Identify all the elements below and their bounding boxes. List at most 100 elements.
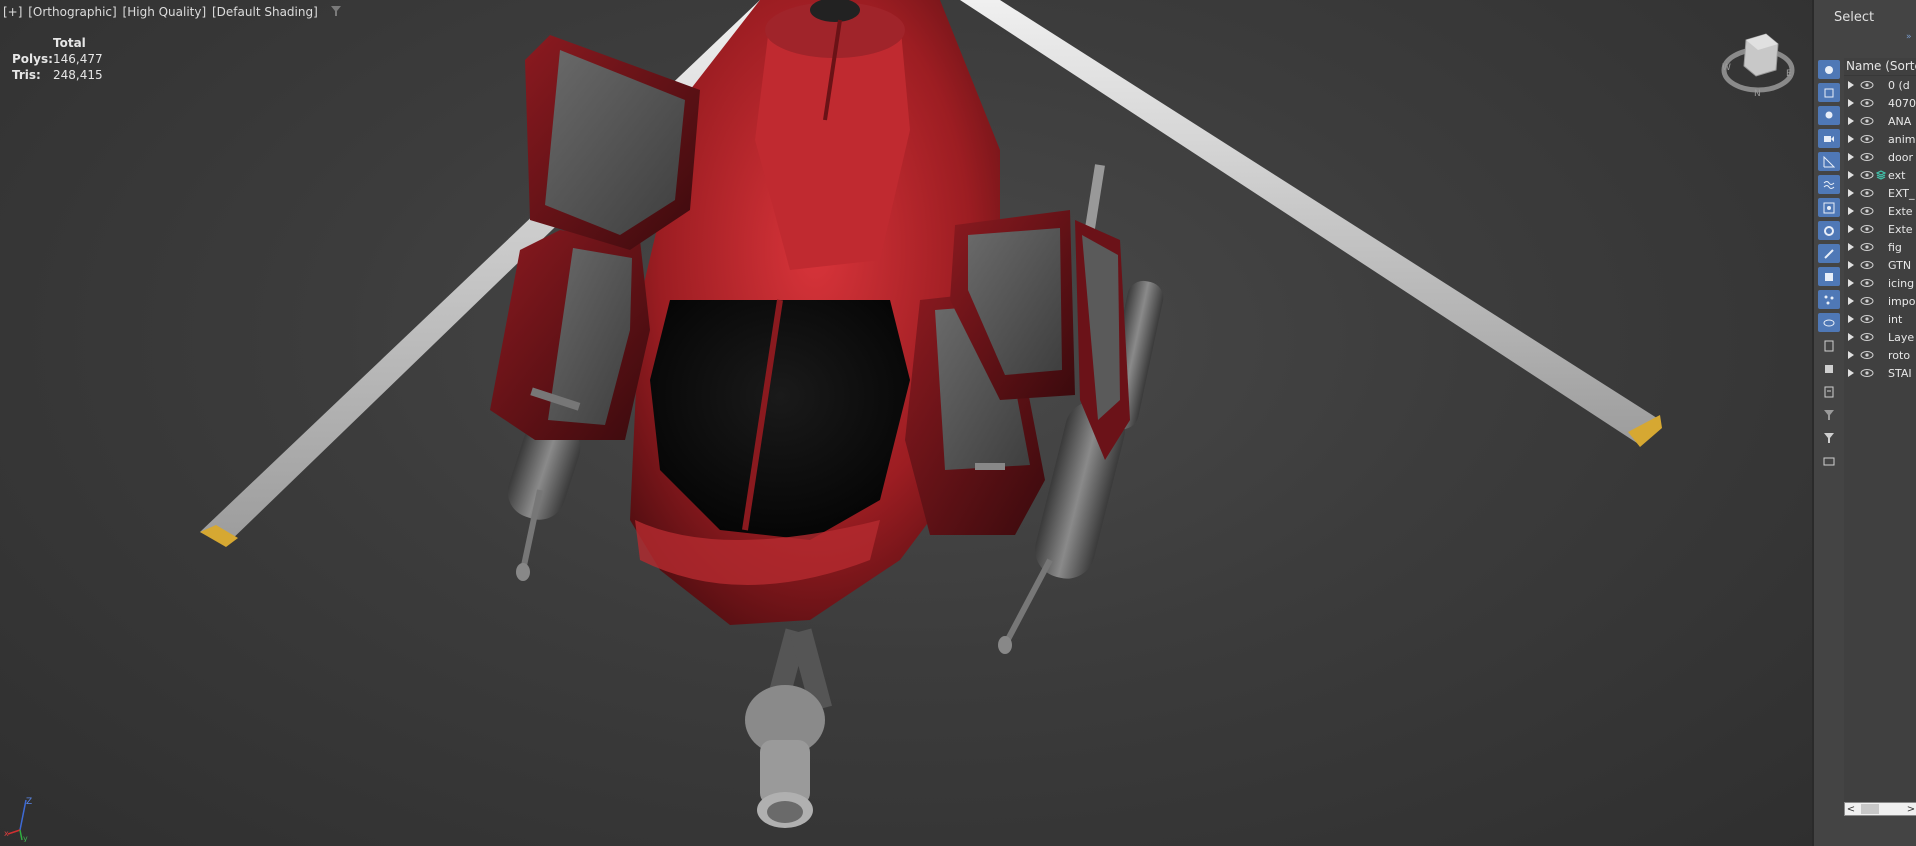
groups-icon[interactable]	[1818, 198, 1840, 217]
list-column-header[interactable]: Name (Sorted A	[1844, 58, 1916, 76]
shapes-icon[interactable]	[1818, 83, 1840, 102]
layer-row[interactable]: 0 (d	[1844, 76, 1916, 94]
layer-row[interactable]: Laye	[1844, 328, 1916, 346]
visibility-eye-icon[interactable]	[1860, 241, 1874, 253]
visibility-eye-icon[interactable]	[1860, 115, 1874, 127]
layer-name: STAI	[1888, 366, 1912, 380]
expand-arrow-icon[interactable]	[1848, 135, 1854, 143]
visibility-eye-icon[interactable]	[1860, 169, 1874, 181]
visibility-eye-icon[interactable]	[1860, 349, 1874, 361]
properties-icon[interactable]	[1818, 382, 1840, 401]
viewport-label[interactable]: [+] [Orthographic] [High Quality] [Defau…	[3, 5, 344, 20]
lights-icon[interactable]	[1818, 106, 1840, 125]
expand-arrow-icon[interactable]	[1848, 99, 1854, 107]
helpers-icon[interactable]	[1818, 152, 1840, 171]
expand-arrow-icon[interactable]	[1848, 261, 1854, 269]
layer-row[interactable]: STAI	[1844, 364, 1916, 382]
visibility-eye-icon[interactable]	[1860, 331, 1874, 343]
layer-name: door	[1888, 150, 1913, 164]
layer-name: ANA	[1888, 114, 1912, 128]
layer-row[interactable]: ANA	[1844, 112, 1916, 130]
visibility-eye-icon[interactable]	[1860, 277, 1874, 289]
viewport-quality-label[interactable]: [High Quality]	[123, 5, 207, 19]
scroll-left-icon[interactable]: <	[1845, 804, 1857, 815]
funnel-icon[interactable]	[330, 5, 342, 20]
hide-icon[interactable]	[1818, 359, 1840, 378]
layer-icon	[1876, 350, 1886, 360]
visibility-eye-icon[interactable]	[1860, 259, 1874, 271]
expand-arrow-icon[interactable]	[1848, 207, 1854, 215]
panel-title[interactable]: Select	[1834, 10, 1874, 25]
layer-icon	[1876, 224, 1886, 234]
visibility-eye-icon[interactable]	[1860, 205, 1874, 217]
expand-arrow-icon[interactable]	[1848, 171, 1854, 179]
bones-icon[interactable]	[1818, 244, 1840, 263]
viewport-shading-label[interactable]: [Default Shading]	[212, 5, 318, 19]
expand-arrow-icon[interactable]	[1848, 351, 1854, 359]
visibility-eye-icon[interactable]	[1860, 223, 1874, 235]
expand-arrow-icon[interactable]	[1848, 81, 1854, 89]
filter-tool-icon[interactable]	[1818, 405, 1840, 424]
layer-row[interactable]: icing	[1844, 274, 1916, 292]
expand-arrow-icon[interactable]	[1848, 315, 1854, 323]
find-icon[interactable]	[1818, 451, 1840, 470]
panel-options-link[interactable]: »	[1906, 32, 1912, 42]
camera-turret	[745, 628, 832, 828]
visibility-eye-icon[interactable]	[1860, 97, 1874, 109]
layer-row[interactable]: int	[1844, 310, 1916, 328]
compass-n: N	[1754, 89, 1761, 99]
visibility-eye-icon[interactable]	[1860, 187, 1874, 199]
visibility-eye-icon[interactable]	[1860, 367, 1874, 379]
scroll-right-icon[interactable]: >	[1905, 804, 1916, 815]
expand-arrow-icon[interactable]	[1848, 243, 1854, 251]
axis-x-label: x	[4, 829, 9, 838]
horizontal-scrollbar[interactable]: < >	[1844, 802, 1916, 816]
layer-row[interactable]: door	[1844, 148, 1916, 166]
visibility-eye-icon[interactable]	[1860, 133, 1874, 145]
scroll-thumb[interactable]	[1861, 804, 1879, 814]
layer-icon	[1876, 98, 1886, 108]
layer-icon	[1876, 368, 1886, 378]
viewcube[interactable]: N E W	[1718, 30, 1798, 103]
axis-tripod: Z x y	[4, 794, 38, 845]
viewport-perspective[interactable]: [+] [Orthographic] [High Quality] [Defau…	[0, 0, 1812, 846]
geometry-icon[interactable]	[1818, 60, 1840, 79]
stats-header: Total	[53, 36, 86, 50]
layer-row[interactable]: fig	[1844, 238, 1916, 256]
xrefs-icon[interactable]	[1818, 221, 1840, 240]
expand-arrow-icon[interactable]	[1848, 297, 1854, 305]
expand-arrow-icon[interactable]	[1848, 225, 1854, 233]
frozen-icon[interactable]	[1818, 313, 1840, 332]
visibility-eye-icon[interactable]	[1860, 313, 1874, 325]
visibility-eye-icon[interactable]	[1860, 79, 1874, 91]
viewport-menu-plus[interactable]: [+]	[3, 5, 22, 19]
layer-row[interactable]: roto	[1844, 346, 1916, 364]
expand-arrow-icon[interactable]	[1848, 279, 1854, 287]
expand-arrow-icon[interactable]	[1848, 189, 1854, 197]
layer-row[interactable]: EXT_	[1844, 184, 1916, 202]
polys-label: Polys:	[12, 52, 53, 66]
filter-icon[interactable]	[1818, 428, 1840, 447]
layer-name: roto	[1888, 348, 1911, 362]
spacewarps-icon[interactable]	[1818, 175, 1840, 194]
layer-row[interactable]: ext	[1844, 166, 1916, 184]
containers-icon[interactable]	[1818, 267, 1840, 286]
visibility-eye-icon[interactable]	[1860, 295, 1874, 307]
expand-arrow-icon[interactable]	[1848, 369, 1854, 377]
visibility-eye-icon[interactable]	[1860, 151, 1874, 163]
door-left-rear	[525, 35, 700, 250]
layer-row[interactable]: Exte	[1844, 202, 1916, 220]
viewport-projection-label[interactable]: [Orthographic]	[28, 5, 116, 19]
layer-row[interactable]: GTN	[1844, 256, 1916, 274]
layer-row[interactable]: Exte	[1844, 220, 1916, 238]
cameras-icon[interactable]	[1818, 129, 1840, 148]
layer-row[interactable]: anim	[1844, 130, 1916, 148]
expand-arrow-icon[interactable]	[1848, 117, 1854, 125]
particles-icon[interactable]	[1818, 290, 1840, 309]
layer-row[interactable]: impo	[1844, 292, 1916, 310]
layer-row[interactable]: 4070	[1844, 94, 1916, 112]
expand-arrow-icon[interactable]	[1848, 333, 1854, 341]
expand-arrow-icon[interactable]	[1848, 153, 1854, 161]
layers-page-icon[interactable]	[1818, 336, 1840, 355]
layer-list[interactable]: Name (Sorted A 0 (d 4070 ANA anim door ext EXT…	[1844, 58, 1916, 810]
